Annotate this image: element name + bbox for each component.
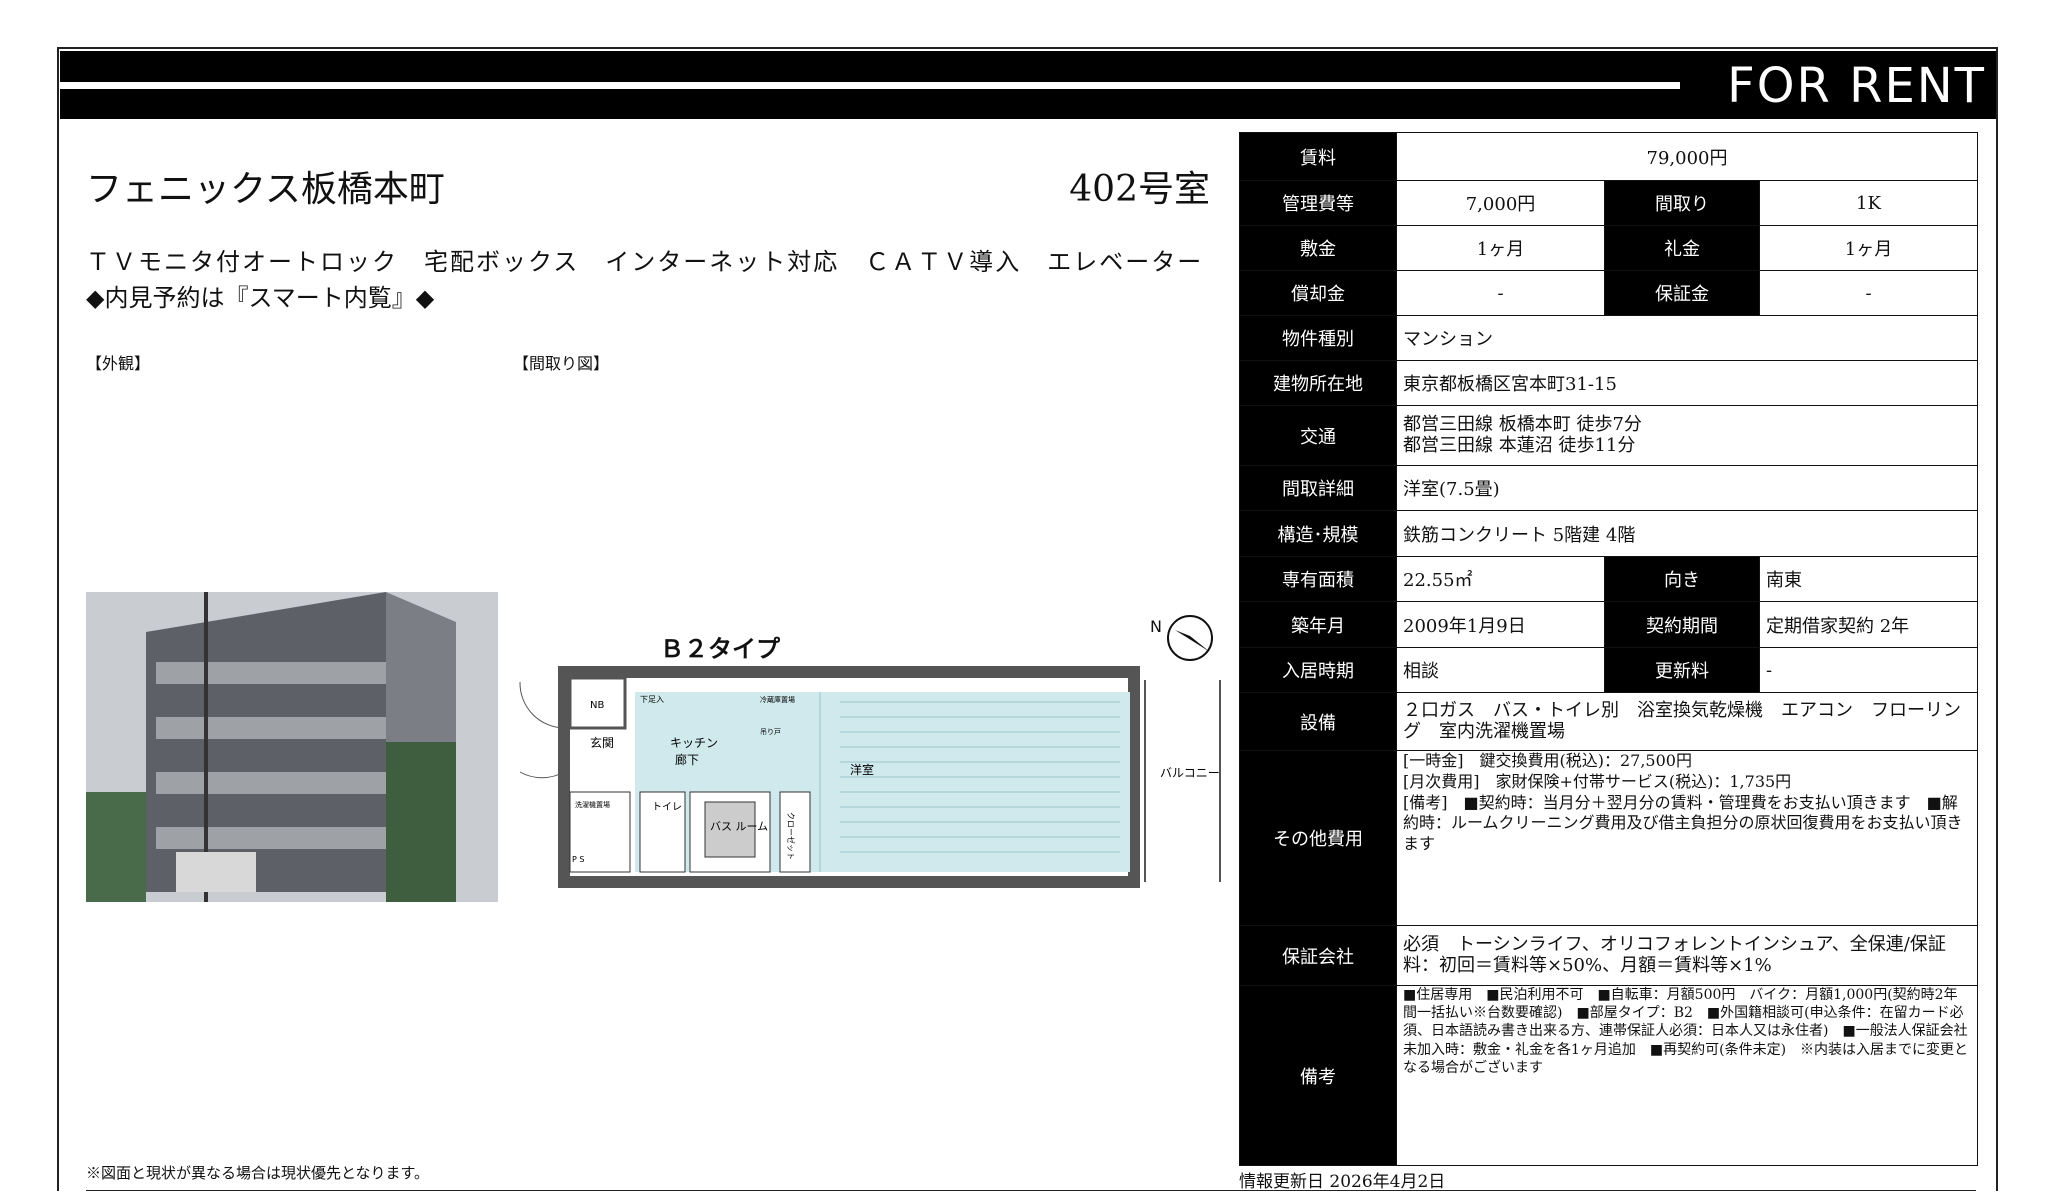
property-info-table: 賃料 79,000円 管理費等 7,000円 間取り 1K 敷金 1ヶ月 礼金 … (1239, 132, 1978, 1166)
rent-label: 賃料 (1239, 132, 1397, 181)
built-label: 築年月 (1239, 601, 1397, 648)
deposit-value: 1ヶ月 (1396, 225, 1605, 271)
guarantee-value: - (1759, 270, 1978, 316)
svg-text:NB: NB (590, 700, 604, 711)
kind-label: 物件種別 (1239, 315, 1397, 361)
movein-label: 入居時期 (1239, 647, 1397, 693)
svg-text:冷蔵庫置場: 冷蔵庫置場 (760, 695, 795, 704)
remarks-label: 備考 (1239, 985, 1397, 1166)
features-line: ＴＶモニタ付オートロック 宅配ボックス インターネット対応 ＣＡＴＶ導入 エレベ… (86, 248, 1204, 276)
keymoney-value: 1ヶ月 (1759, 225, 1978, 271)
transit-label: 交通 (1239, 405, 1397, 466)
detail-label: 間取詳細 (1239, 465, 1397, 511)
svg-text:N: N (1150, 617, 1162, 636)
detail-value: 洋室(7.5畳) (1396, 465, 1978, 511)
company-label: 保証会社 (1239, 925, 1397, 986)
disclaimer: ※図面と現状が異なる場合は現状優先となります。 (86, 1164, 430, 1182)
room-number: 402号室 (1069, 169, 1210, 210)
layout-label: 間取り (1604, 180, 1760, 226)
equip-label: 設備 (1239, 692, 1397, 751)
floorplan-drawing: Ｂ２タイプ N NB 洋室 キッチン 廊下 玄関 バス ルーム トイレ クローゼ… (510, 612, 1230, 892)
svg-text:玄関: 玄関 (590, 735, 614, 750)
remarks-value: ■住居専用 ■民泊利用不可 ■自転車：月額500円 バイク：月額1,000円(契… (1396, 985, 1978, 1166)
floorplan-label: 【間取り図】 (513, 354, 610, 373)
contract-value: 定期借家契約 2年 (1759, 601, 1978, 648)
layout-value: 1K (1759, 180, 1978, 226)
address-label: 建物所在地 (1239, 360, 1397, 406)
for-rent-title: FOR RENT (1727, 58, 1986, 114)
header-stripe (60, 82, 1680, 89)
svg-text:バス ルーム: バス ルーム (710, 820, 768, 833)
mgmt-label: 管理費等 (1239, 180, 1397, 226)
mgmt-value: 7,000円 (1396, 180, 1605, 226)
amort-label: 償却金 (1239, 270, 1397, 316)
kind-value: マンション (1396, 315, 1978, 361)
svg-text:バルコニー: バルコニー (1160, 766, 1220, 780)
other-value: [一時金] 鍵交換費用(税込)：27,500円 [月次費用] 家財保険+付帯サー… (1396, 750, 1978, 926)
renewal-label: 更新料 (1604, 647, 1760, 693)
amort-value: - (1396, 270, 1605, 316)
svg-text:洋室: 洋室 (850, 762, 874, 777)
svg-text:下足入: 下足入 (640, 695, 664, 704)
svg-text:洗濯機置場: 洗濯機置場 (575, 800, 610, 809)
structure-value: 鉄筋コンクリート 5階建 4階 (1396, 510, 1978, 557)
address-value: 東京都板橋区宮本町31-15 (1396, 360, 1978, 406)
north-arrow-icon: N (1150, 615, 1213, 661)
equip-value: ２口ガス バス・トイレ別 浴室換気乾燥機 エアコン フローリング 室内洗濯機置場 (1396, 692, 1978, 751)
svg-text:トイレ: トイレ (652, 802, 682, 813)
guarantee-label: 保証金 (1604, 270, 1760, 316)
rent-value: 79,000円 (1396, 132, 1978, 181)
movein-value: 相談 (1396, 647, 1605, 693)
transit-value: 都営三田線 板橋本町 徒歩7分 都営三田線 本蓮沼 徒歩11分 (1396, 405, 1978, 466)
structure-label: 構造･規模 (1239, 510, 1397, 557)
viewing-note: ◆内見予約は『スマート内覧』◆ (86, 284, 435, 312)
floorplan-type: Ｂ２タイプ (660, 635, 781, 663)
direction-label: 向き (1604, 556, 1760, 602)
building-name: フェニックス板橋本町 (86, 169, 445, 210)
exterior-photo (86, 592, 498, 902)
renewal-value: - (1759, 647, 1978, 693)
direction-value: 南東 (1759, 556, 1978, 602)
exterior-label: 【外観】 (86, 354, 151, 373)
other-label: その他費用 (1239, 750, 1397, 926)
update-date: 情報更新日 2026年4月2日 (1239, 1172, 1446, 1192)
keymoney-label: 礼金 (1604, 225, 1760, 271)
svg-text:P S: P S (572, 855, 584, 864)
area-label: 専有面積 (1239, 556, 1397, 602)
contract-label: 契約期間 (1604, 601, 1760, 648)
svg-text:キッチン: キッチン (670, 736, 718, 750)
deposit-label: 敷金 (1239, 225, 1397, 271)
area-value: 22.55㎡ (1396, 556, 1605, 602)
built-value: 2009年1月9日 (1396, 601, 1605, 648)
svg-text:クローゼット: クローゼット (786, 812, 796, 860)
svg-text:吊り戸: 吊り戸 (760, 728, 781, 736)
company-value: 必須 トーシンライフ、オリコフォレントインシュア、全保連/保証料：初回＝賃料等×… (1396, 925, 1978, 986)
svg-text:廊下: 廊下 (675, 752, 699, 767)
